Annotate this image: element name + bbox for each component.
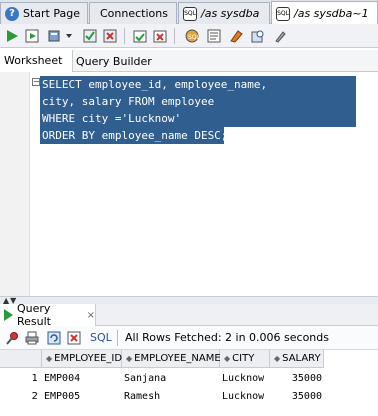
clear-icon[interactable] (228, 28, 244, 44)
table-cell[interactable]: EMP004 (44, 370, 80, 388)
rollback-changes-icon[interactable] (152, 28, 168, 44)
column-header-label: EMPLOYEE_NAME (134, 353, 221, 364)
cancel-query-icon[interactable] (66, 330, 82, 346)
table-cell[interactable]: Lucknow (222, 388, 264, 406)
sql-editor[interactable]: − SELECT employee_id, employee_name, cit… (0, 72, 378, 296)
tab-label: /as sysdba~1 (294, 7, 369, 20)
commit-icon[interactable] (82, 28, 98, 44)
sort-icon: ◆ (46, 354, 53, 363)
svg-text:SQL: SQL (188, 34, 199, 41)
worksheet-subtabs: Worksheet Query Builder (0, 50, 378, 72)
print-icon[interactable] (24, 330, 40, 346)
code-line: ORDER BY employee_name DESC; (42, 129, 228, 142)
refresh-icon[interactable] (46, 330, 62, 346)
sql-db-icon: SQL (276, 6, 290, 21)
code-line: WHERE city ='Lucknow' (42, 112, 182, 125)
column-header[interactable]: ◆ EMPLOYEE_ID (42, 350, 122, 368)
tab-worksheet[interactable]: Worksheet (0, 50, 74, 72)
result-tab-bar: Query Result × (0, 302, 378, 328)
table-cell[interactable]: EMP005 (44, 388, 80, 406)
editor-tab-bar: ? Start Page Connections SQL /as sysdba … (0, 0, 378, 25)
sql-tuning-icon[interactable] (272, 28, 288, 44)
table-cell[interactable]: 35000 (272, 388, 322, 406)
sql-db-icon: SQL (183, 6, 197, 21)
table-cell[interactable]: Sanjana (124, 370, 166, 388)
code-line: city, salary FROM employee (42, 95, 215, 108)
sort-icon: ◆ (126, 354, 133, 363)
table-cell[interactable]: Lucknow (222, 370, 264, 388)
result-toolbar: SQL All Rows Fetched: 2 in 0.006 seconds (0, 326, 378, 350)
line-gutter (0, 72, 30, 296)
chevron-down-icon[interactable] (64, 28, 74, 44)
grid-corner (0, 350, 42, 368)
tab-sysdba-1[interactable]: SQL /as sysdba~1 (271, 1, 378, 25)
run-script-icon[interactable] (24, 28, 40, 44)
result-grid: ◆ EMPLOYEE_ID ◆ EMPLOYEE_NAME ◆ CITY ◆ S… (0, 350, 378, 416)
pin-icon[interactable] (4, 330, 20, 346)
tab-query-result[interactable]: Query Result × (0, 302, 96, 328)
column-header-label: CITY (232, 353, 255, 364)
sort-icon: ◆ (274, 354, 281, 363)
run-statement-icon[interactable] (4, 28, 20, 44)
row-number: 1 (31, 373, 38, 384)
result-tab-label: Query Result (17, 302, 51, 328)
column-header-label: SALARY (282, 353, 321, 364)
rollback-icon[interactable] (102, 28, 118, 44)
tab-label: Start Page (23, 7, 80, 20)
worksheet-toolbar: SQL (0, 24, 378, 48)
column-header[interactable]: ◆ EMPLOYEE_NAME (122, 350, 221, 368)
help-icon: ? (5, 6, 19, 21)
tab-label: /as sysdba (201, 7, 260, 20)
table-cell[interactable]: 35000 (272, 370, 322, 388)
tab-label: Connections (100, 7, 168, 20)
fold-toggle-icon[interactable]: − (32, 78, 40, 86)
column-header[interactable]: ◆ SALARY (270, 350, 324, 368)
sql-history-icon[interactable] (132, 28, 148, 44)
sql-button[interactable]: SQL (90, 331, 112, 344)
code-line: SELECT employee_id, employee_name, (42, 78, 268, 91)
tab-connections[interactable]: Connections (89, 2, 177, 24)
autotrace-icon[interactable] (46, 28, 62, 44)
sort-icon: ◆ (224, 354, 231, 363)
table-cell[interactable]: Ramesh (124, 388, 160, 406)
format-icon[interactable] (206, 28, 222, 44)
tab-start-page[interactable]: ? Start Page (0, 2, 88, 24)
run-icon (4, 309, 13, 321)
fetch-status: All Rows Fetched: 2 in 0.006 seconds (125, 331, 329, 344)
explain-plan-icon[interactable] (250, 28, 266, 44)
tab-query-builder[interactable]: Query Builder (76, 55, 152, 68)
row-number: 2 (31, 391, 38, 402)
unshared-sql-icon[interactable]: SQL (184, 28, 200, 44)
tab-sysdba[interactable]: SQL /as sysdba (178, 2, 270, 24)
column-header[interactable]: ◆ CITY (220, 350, 270, 368)
column-header-label: EMPLOYEE_ID (54, 353, 123, 364)
close-icon[interactable]: × (87, 310, 95, 321)
